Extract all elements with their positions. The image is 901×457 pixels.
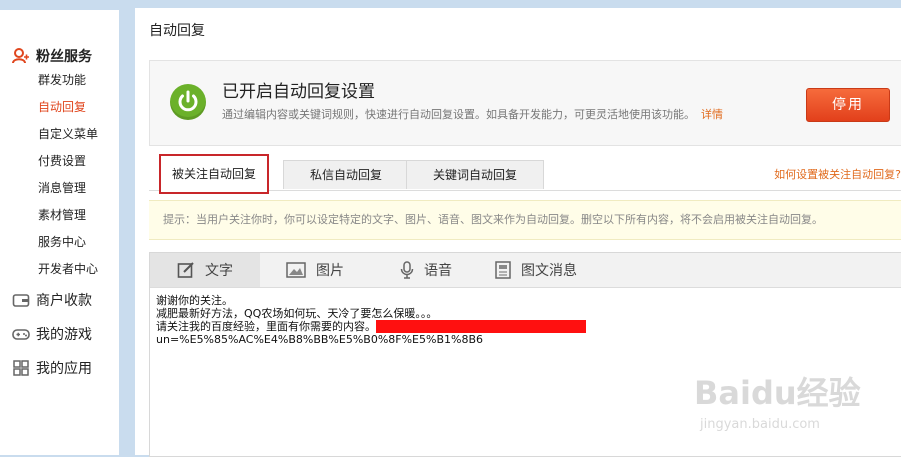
sidebar-section-fans-service[interactable]: 粉丝服务 (12, 46, 92, 66)
editor-tab-article[interactable]: 图文消息 (495, 253, 577, 287)
reply-type-tabs: 被关注自动回复 私信自动回复 关键词自动回复 如何设置被关注自动回复? (149, 154, 901, 194)
editor-tab-label: 图文消息 (521, 263, 577, 279)
page-title: 自动回复 (149, 23, 205, 39)
sidebar-group-label: 我的游戏 (36, 327, 92, 343)
stop-button[interactable]: 停用 (806, 88, 890, 122)
sidebar-item-mass-send[interactable]: 群发功能 (38, 71, 86, 88)
editor-tab-label: 图片 (316, 263, 344, 279)
sidebar-group-my-apps[interactable]: 我的应用 (12, 358, 92, 378)
sidebar-group-merchant-payment[interactable]: 商户收款 (12, 290, 92, 310)
sidebar-item-material-management[interactable]: 素材管理 (38, 206, 86, 223)
gamepad-icon (12, 329, 30, 340)
sidebar-item-service-center[interactable]: 服务中心 (38, 233, 86, 250)
editor-tab-voice[interactable]: 语音 (400, 253, 452, 287)
status-title: 已开启自动回复设置 (222, 82, 375, 102)
editor-tab-image[interactable]: 图片 (286, 253, 344, 287)
editor-tab-label: 语音 (424, 263, 452, 279)
editor-tab-label: 文字 (205, 263, 233, 279)
watermark-brand: Baidu经验 (694, 374, 861, 412)
help-link-follow-reply[interactable]: 如何设置被关注自动回复? (774, 166, 901, 182)
sidebar-group-label: 商户收款 (36, 293, 92, 309)
power-icon (170, 84, 206, 120)
article-icon (495, 261, 511, 279)
sidebar-group-my-games[interactable]: 我的游戏 (12, 324, 92, 344)
apps-grid-icon (13, 360, 29, 376)
reply-line-with-redaction: 请关注我的百度经验，里面有你需要的内容。 (156, 320, 896, 333)
wallet-icon (12, 294, 30, 307)
editor-type-tabs: 文字 图片 语音 图文消息 (150, 253, 901, 288)
sidebar-item-auto-reply[interactable]: 自动回复 (38, 98, 86, 115)
redaction-bar (376, 320, 586, 333)
reply-line: 谢谢你的关注。 (156, 294, 233, 307)
reply-text-area[interactable]: 谢谢你的关注。 减肥最新好方法，QQ农场如何玩、天冷了要怎么保暖。。。 请关注我… (150, 288, 901, 352)
watermark-url: jingyan.baidu.com (699, 417, 820, 432)
tab-keyword-auto-reply[interactable]: 关键词自动回复 (406, 160, 544, 189)
reply-line: un=%E5%85%AC%E4%B8%BB%E5%B0%8F%E5%B1%8B6 (156, 333, 483, 346)
sidebar-item-message-management[interactable]: 消息管理 (38, 179, 86, 196)
editor-tab-text[interactable]: 文字 (150, 253, 260, 287)
tip-banner: 提示：当用户关注你时，你可以设定特定的文字、图片、语音、图文来作为自动回复。删空… (149, 200, 901, 240)
tab-private-message-auto-reply[interactable]: 私信自动回复 (283, 160, 409, 189)
sidebar-section-label: 粉丝服务 (36, 49, 92, 65)
auto-reply-status-box: 已开启自动回复设置 通过编辑内容或关键词规则，快速进行自动回复设置。如具备开发能… (149, 60, 901, 146)
status-description: 通过编辑内容或关键词规则，快速进行自动回复设置。如具备开发能力，可更灵活地使用该… (222, 106, 723, 122)
detail-link[interactable]: 详情 (701, 108, 723, 121)
baidu-jingyan-watermark: Baidu经验 jingyan.baidu.com (690, 370, 880, 450)
sidebar-item-payment-settings[interactable]: 付费设置 (38, 152, 86, 169)
edit-icon (177, 262, 194, 278)
image-icon (286, 262, 306, 278)
tab-follow-auto-reply[interactable]: 被关注自动回复 (159, 154, 269, 194)
sidebar-item-custom-menu[interactable]: 自定义菜单 (38, 125, 98, 142)
microphone-icon (400, 261, 414, 279)
sidebar-item-developer-center[interactable]: 开发者中心 (38, 260, 98, 277)
sidebar: 粉丝服务 群发功能 自动回复 自定义菜单 付费设置 消息管理 素材管理 服务中心… (0, 10, 119, 455)
sidebar-group-label: 我的应用 (36, 361, 92, 377)
reply-line-text: 请关注我的百度经验，里面有你需要的内容。 (156, 320, 376, 333)
reply-line: 减肥最新好方法，QQ农场如何玩、天冷了要怎么保暖。。。 (156, 307, 438, 320)
fans-icon (12, 48, 29, 64)
status-description-text: 通过编辑内容或关键词规则，快速进行自动回复设置。如具备开发能力，可更灵活地使用该… (222, 108, 695, 121)
